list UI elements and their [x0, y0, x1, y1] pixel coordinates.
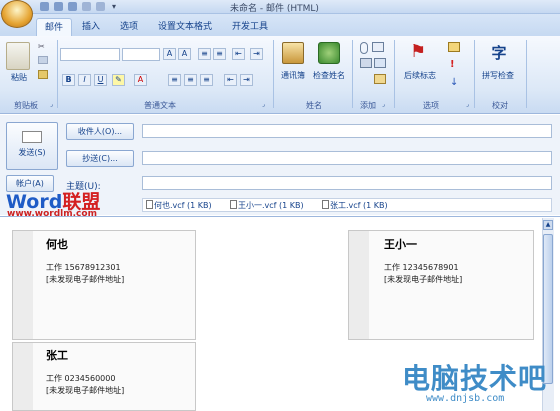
- names-group-label: 姓名: [306, 101, 322, 110]
- spelling-icon[interactable]: 字: [488, 42, 510, 64]
- attach-file-icon[interactable]: [360, 42, 368, 54]
- basic-text-group-label: 普通文本: [144, 101, 176, 110]
- vcf-file-icon: [146, 200, 153, 209]
- tab-developer[interactable]: 开发工具: [224, 18, 276, 36]
- card-email: [未发现电子邮件地址]: [46, 386, 125, 395]
- card-name: 何也: [46, 238, 68, 251]
- site-watermark: 电脑技术吧: [402, 362, 548, 395]
- align-center-icon[interactable]: ≡: [184, 74, 197, 86]
- check-names-icon[interactable]: [318, 42, 340, 64]
- cut-icon[interactable]: ✂: [38, 42, 48, 51]
- undo-icon[interactable]: [54, 2, 63, 11]
- card-email: [未发现电子邮件地址]: [46, 275, 125, 284]
- business-card[interactable]: [12, 230, 196, 340]
- clipboard-group-label: 剪贴板: [14, 101, 38, 110]
- business-card-icon[interactable]: [360, 58, 372, 68]
- window-title: 未命名 - 邮件 (HTML): [230, 4, 319, 14]
- paste-icon[interactable]: [6, 42, 30, 70]
- down-arrow-icon[interactable]: [96, 2, 105, 11]
- card-name: 王小一: [384, 238, 417, 251]
- group-separator: [273, 40, 274, 108]
- tab-format-text[interactable]: 设置文本格式: [150, 18, 220, 36]
- bullets-icon[interactable]: ≡: [198, 48, 211, 60]
- business-card[interactable]: [348, 230, 534, 340]
- qat-dropdown-icon[interactable]: ▾: [112, 2, 118, 11]
- proofing-group-label: 校对: [492, 101, 508, 110]
- address-book-button-label[interactable]: 通讯簿: [276, 70, 310, 81]
- group-separator: [394, 40, 395, 108]
- followup-button-label[interactable]: 后续标志: [400, 70, 440, 81]
- numbering-icon[interactable]: ≡: [213, 48, 226, 60]
- paste-button-label[interactable]: 粘贴: [4, 72, 34, 83]
- card-email: [未发现电子邮件地址]: [384, 275, 463, 284]
- options-group-label: 选项: [423, 101, 439, 110]
- card-phone: 工作 15678912301: [46, 263, 121, 272]
- attachment-name: 何也.vcf (1 KB): [154, 201, 212, 210]
- group-separator: [526, 40, 527, 108]
- save-icon[interactable]: [40, 2, 49, 11]
- attachment-item[interactable]: 王小一.vcf (1 KB): [230, 200, 304, 211]
- attachment-item[interactable]: 何也.vcf (1 KB): [146, 200, 212, 211]
- outdent-icon[interactable]: ⇥: [250, 48, 263, 60]
- check-names-button-label[interactable]: 检查姓名: [308, 70, 350, 81]
- attach-item-icon[interactable]: [372, 42, 384, 52]
- shrink-font-icon[interactable]: A: [178, 48, 191, 60]
- align-left-icon[interactable]: ≡: [168, 74, 181, 86]
- address-book-icon[interactable]: [282, 42, 304, 64]
- dialog-launcher-icon[interactable]: ⌟: [382, 101, 390, 109]
- office-button[interactable]: [1, 0, 33, 28]
- calendar-icon[interactable]: [374, 58, 386, 68]
- high-importance-icon[interactable]: !: [450, 60, 458, 70]
- grow-font-icon[interactable]: A: [163, 48, 176, 60]
- clear-format-icon[interactable]: ⇤: [232, 48, 245, 60]
- card-phone: 工作 0234560000: [46, 374, 116, 383]
- increase-indent-icon[interactable]: ⇥: [240, 74, 253, 86]
- include-group-label: 添加: [360, 101, 376, 110]
- to-field[interactable]: [142, 124, 552, 138]
- low-importance-icon[interactable]: ↓: [450, 78, 458, 88]
- send-button[interactable]: 发送(S): [6, 122, 58, 170]
- cc-field[interactable]: [142, 151, 552, 165]
- group-separator: [474, 40, 475, 108]
- italic-icon[interactable]: I: [78, 74, 91, 86]
- to-button[interactable]: 收件人(O)...: [66, 123, 134, 140]
- signature-icon[interactable]: [374, 74, 386, 84]
- scroll-up-icon[interactable]: ▲: [543, 220, 553, 230]
- spelling-button-label[interactable]: 拼写检查: [476, 70, 520, 81]
- font-color-icon[interactable]: A: [134, 74, 147, 86]
- send-envelope-icon: [22, 131, 42, 143]
- font-size-combo[interactable]: [122, 48, 160, 61]
- group-separator: [352, 40, 353, 108]
- highlight-icon[interactable]: ✎: [112, 74, 125, 86]
- format-painter-icon[interactable]: [38, 70, 48, 79]
- font-name-combo[interactable]: [60, 48, 120, 61]
- attachment-name: 张工.vcf (1 KB): [330, 201, 388, 210]
- underline-icon[interactable]: U: [94, 74, 107, 86]
- tab-insert[interactable]: 插入: [74, 18, 108, 36]
- followup-flag-icon[interactable]: ⚑: [410, 42, 428, 62]
- card-name: 张工: [46, 349, 68, 362]
- redo-icon[interactable]: [68, 2, 77, 11]
- attachment-item[interactable]: 张工.vcf (1 KB): [322, 200, 388, 211]
- bold-icon[interactable]: B: [62, 74, 75, 86]
- vcf-file-icon: [230, 200, 237, 209]
- group-separator: [57, 40, 58, 108]
- site-watermark-url: www.dnjsb.com: [426, 393, 505, 404]
- dialog-launcher-icon[interactable]: ⌟: [262, 101, 270, 109]
- permission-icon[interactable]: [448, 42, 460, 52]
- vcf-file-icon: [322, 200, 329, 209]
- align-right-icon[interactable]: ≡: [200, 74, 213, 86]
- send-button-label: 发送(S): [18, 148, 46, 157]
- attachment-name: 王小一.vcf (1 KB): [238, 201, 304, 210]
- card-phone: 工作 12345678901: [384, 263, 459, 272]
- tab-message[interactable]: 邮件: [36, 18, 73, 36]
- up-arrow-icon[interactable]: [82, 2, 91, 11]
- subject-field[interactable]: [142, 176, 552, 190]
- decrease-indent-icon[interactable]: ⇤: [224, 74, 237, 86]
- dialog-launcher-icon[interactable]: ⌟: [466, 101, 474, 109]
- tab-options[interactable]: 选项: [112, 18, 146, 36]
- copy-icon[interactable]: [38, 56, 48, 64]
- cc-button[interactable]: 抄送(C)...: [66, 150, 134, 167]
